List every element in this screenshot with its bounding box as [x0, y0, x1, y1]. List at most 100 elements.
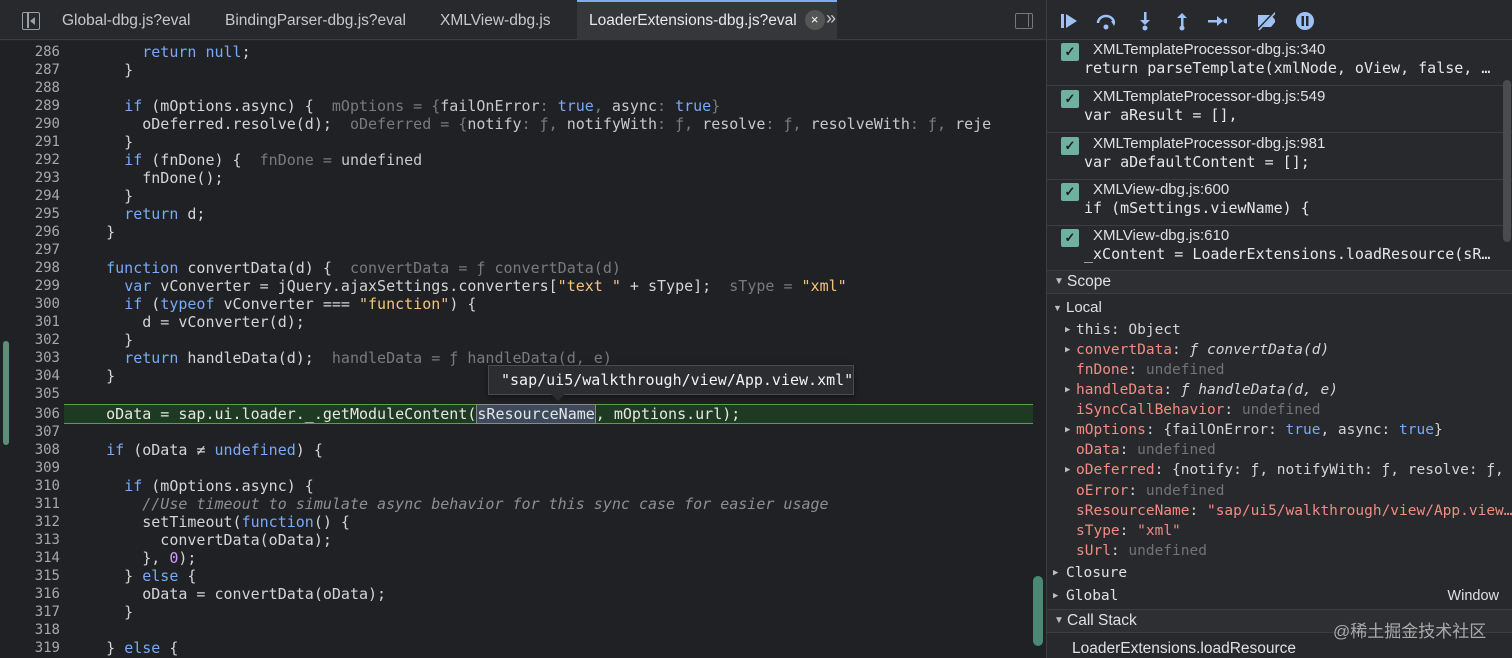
editor-tab-bar: Global-dbg.js?eval BindingParser-dbg.js?…	[0, 0, 1046, 40]
tab-loaderextensions-dbg[interactable]: LoaderExtensions-dbg.js?eval ×	[577, 0, 837, 40]
scope-var-convertdata[interactable]: ▶ convertData: ƒ convertData(d)	[1065, 340, 1512, 360]
toggle-debugger-icon[interactable]	[1015, 13, 1033, 29]
breakpoint-code: var aResult = [],	[1084, 106, 1238, 124]
line-number[interactable]: 298	[0, 259, 60, 277]
more-tabs-icon[interactable]: »	[826, 8, 836, 29]
scope-var-odata[interactable]: oData: undefined	[1076, 440, 1512, 460]
scope-var-moptions[interactable]: ▶ mOptions: {failOnError: true, async: tr…	[1065, 420, 1512, 440]
line-number[interactable]: 300	[0, 295, 60, 313]
breakpoint-item[interactable]: ✓ XMLTemplateProcessor-dbg.js:549 var aRes…	[1047, 87, 1512, 133]
resume-icon[interactable]	[1059, 11, 1079, 31]
line-number[interactable]: 319	[0, 639, 60, 657]
global-value: Window	[1447, 588, 1499, 604]
global-label: Global	[1066, 588, 1119, 604]
tab-global-dbg[interactable]: Global-dbg.js?eval	[62, 0, 190, 40]
toggle-navigator-icon[interactable]	[22, 12, 40, 30]
line-number[interactable]: 293	[0, 169, 60, 187]
line-number[interactable]: 312	[0, 513, 60, 531]
step-into-icon[interactable]	[1135, 11, 1155, 31]
expand-triangle-icon[interactable]: ▶	[1065, 340, 1070, 360]
line-number[interactable]: 310	[0, 477, 60, 495]
scope-var-handledata[interactable]: ▶ handleData: ƒ handleData(d, e)	[1065, 380, 1512, 400]
line-number[interactable]: 304	[0, 367, 60, 385]
step-out-icon[interactable]	[1172, 11, 1192, 31]
var-value: "xml"	[1137, 523, 1181, 539]
breakpoint-item[interactable]: ✓ XMLTemplateProcessor-dbg.js:981 var aDef…	[1047, 134, 1512, 180]
expand-triangle-icon[interactable]: ▶	[1065, 420, 1070, 440]
line-number[interactable]: 315	[0, 567, 60, 585]
deactivate-breakpoints-icon[interactable]	[1255, 11, 1275, 31]
breakpoint-item[interactable]: ✓ XMLView-dbg.js:610 _xContent = LoaderExt…	[1047, 226, 1512, 272]
closure-scope-header[interactable]: ▶ Closure	[1053, 563, 1511, 583]
panel-scrollbar-thumb[interactable]	[1503, 80, 1511, 242]
collapse-triangle-icon: ▼	[1054, 276, 1064, 287]
line-number[interactable]: 316	[0, 585, 60, 603]
checkbox-checked-icon[interactable]: ✓	[1061, 229, 1079, 247]
step-icon[interactable]	[1207, 11, 1227, 31]
call-stack-frame[interactable]: LoaderExtensions.loadResource	[1072, 640, 1296, 658]
global-scope-header[interactable]: ▶ Global Window	[1053, 586, 1499, 606]
local-scope-header[interactable]: ▼ Local	[1053, 298, 1511, 318]
line-number[interactable]: 301	[0, 313, 60, 331]
step-over-icon[interactable]	[1095, 11, 1115, 31]
scope-var-sresourcename[interactable]: sResourceName: "sap/ui5/walkthrough/view…	[1076, 501, 1512, 521]
line-number[interactable]: 302	[0, 331, 60, 349]
checkbox-checked-icon[interactable]: ✓	[1061, 137, 1079, 155]
tab-xmlview-dbg[interactable]: XMLView-dbg.js	[440, 0, 551, 40]
line-number[interactable]: 313	[0, 531, 60, 549]
line-number[interactable]: 297	[0, 241, 60, 259]
line-number[interactable]: 305	[0, 385, 60, 403]
breakpoint-item[interactable]: ✓ XMLView-dbg.js:600 if (mSettings.viewNam…	[1047, 180, 1512, 226]
line-number[interactable]: 289	[0, 97, 60, 115]
checkbox-checked-icon[interactable]: ✓	[1061, 43, 1079, 61]
line-number[interactable]: 318	[0, 621, 60, 639]
scope-var-surl[interactable]: sUrl: undefined	[1076, 541, 1512, 561]
line-number[interactable]: 295	[0, 205, 60, 223]
line-number[interactable]: 306	[0, 405, 60, 423]
expand-triangle-icon[interactable]: ▶	[1065, 460, 1070, 480]
scope-var-oerror[interactable]: oError: undefined	[1076, 481, 1512, 501]
expand-triangle-icon[interactable]: ▶	[1065, 320, 1070, 340]
line-number[interactable]: 288	[0, 79, 60, 97]
line-number[interactable]: 296	[0, 223, 60, 241]
scope-section-header[interactable]: ▼ Scope	[1047, 270, 1512, 294]
line-number[interactable]: 287	[0, 61, 60, 79]
editor-scrollbar-thumb[interactable]	[1033, 576, 1043, 646]
code-line: 289 if (mOptions.async) { mOptions = {fa…	[0, 97, 1046, 115]
checkbox-checked-icon[interactable]: ✓	[1061, 183, 1079, 201]
pause-on-exceptions-icon[interactable]	[1295, 11, 1315, 31]
scope-var-this[interactable]: ▶ this: Object	[1065, 320, 1512, 340]
breakpoint-location: XMLTemplateProcessor-dbg.js:340	[1093, 41, 1326, 58]
checkbox-checked-icon[interactable]: ✓	[1061, 90, 1079, 108]
scope-var-isynccallbehavior[interactable]: iSyncCallBehavior: undefined	[1076, 400, 1512, 420]
line-number[interactable]: 311	[0, 495, 60, 513]
breakpoint-code: return parseTemplate(xmlNode, oView, fal…	[1084, 59, 1491, 77]
line-number[interactable]: 308	[0, 441, 60, 459]
tab-bindingparser-dbg[interactable]: BindingParser-dbg.js?eval	[225, 0, 406, 40]
line-number[interactable]: 309	[0, 459, 60, 477]
line-number[interactable]: 299	[0, 277, 60, 295]
line-number[interactable]: 292	[0, 151, 60, 169]
line-number[interactable]: 290	[0, 115, 60, 133]
line-number[interactable]: 286	[0, 43, 60, 61]
scope-var-stype[interactable]: sType: "xml"	[1076, 521, 1512, 541]
expand-triangle-icon[interactable]: ▶	[1065, 380, 1070, 400]
line-number[interactable]: 314	[0, 549, 60, 567]
var-name: fnDone	[1076, 362, 1129, 378]
code-editor[interactable]: 286 return null; 287 } 288 289 if (mOpti…	[0, 41, 1046, 658]
line-number[interactable]: 307	[0, 423, 60, 441]
breakpoint-item[interactable]: ✓ XMLTemplateProcessor-dbg.js:340 return p…	[1047, 40, 1512, 86]
var-value-part: , async:	[1320, 422, 1400, 438]
code-line: 307	[0, 423, 1046, 441]
line-number[interactable]: 291	[0, 133, 60, 151]
var-value: "sap/ui5/walkthrough/view/App.view…	[1206, 503, 1512, 519]
watermark: @稀土掘金技术社区	[1333, 622, 1487, 641]
scope-var-odeferred[interactable]: ▶ oDeferred: {notify: ƒ, notifyWith: ƒ, r…	[1065, 460, 1512, 480]
line-number[interactable]: 294	[0, 187, 60, 205]
code-line: 313 convertData(oData);	[0, 531, 1046, 549]
line-number[interactable]: 317	[0, 603, 60, 621]
scope-var-fndone[interactable]: fnDone: undefined	[1076, 360, 1512, 380]
close-tab-icon[interactable]: ×	[804, 9, 825, 30]
line-number[interactable]: 303	[0, 349, 60, 367]
breakpoint-location: XMLView-dbg.js:610	[1093, 227, 1230, 244]
